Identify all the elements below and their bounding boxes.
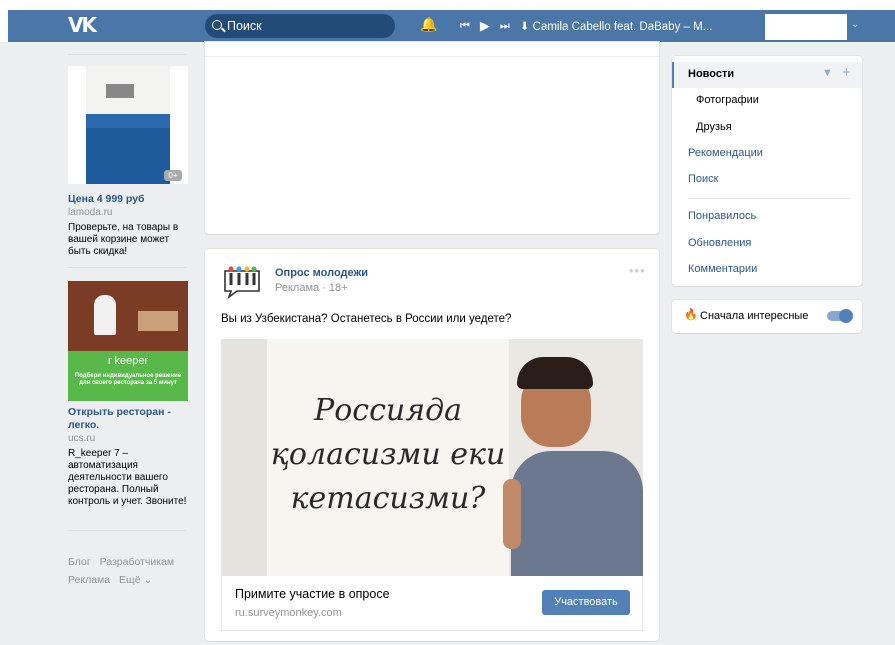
- cta-title[interactable]: Примите участие в опросе: [235, 587, 390, 601]
- participate-button[interactable]: Участвовать: [542, 590, 630, 615]
- bedding-pillow: [86, 114, 170, 128]
- poster-line-1: Россиядa: [314, 393, 462, 428]
- cta-domain: ru.surveymonkey.com: [235, 607, 342, 619]
- menu-item-news[interactable]: Новости: [688, 68, 734, 80]
- search-placeholder: Поиск: [227, 19, 262, 33]
- play-icon[interactable]: ▶: [480, 18, 490, 34]
- fire-icon: 🔥: [684, 309, 698, 321]
- header: VK Поиск 🔔 ⏮ ▶ ⏭ ⬇ Camila Cabello feat. …: [0, 0, 895, 42]
- ad-title[interactable]: Открыть ресторан - легко.: [68, 406, 188, 432]
- ad-image-bedding[interactable]: 0+: [68, 66, 188, 184]
- ad-banner: r keeper Подбери индивидуальное решение …: [68, 351, 188, 401]
- search-input[interactable]: Поиск: [205, 14, 395, 38]
- post-author[interactable]: Опрос молодежи: [275, 267, 368, 279]
- track-title[interactable]: ⬇ Camila Cabello feat. DaBaby – M...: [520, 19, 712, 33]
- footer-link-developers[interactable]: Разработчикам: [100, 556, 175, 568]
- footer-link-blog[interactable]: Блог: [68, 556, 91, 568]
- ad-text: Проверьте, на товары в вашей корзине мож…: [68, 222, 179, 257]
- ad-2-info: Открыть ресторан - легко. ucs.ru R_keepe…: [68, 406, 188, 508]
- post-text: Вы из Узбекистана? Останетесь в России и…: [221, 313, 512, 325]
- filter-icon[interactable]: ▼: [822, 67, 833, 79]
- post-meta: Реклама · 18+: [275, 282, 348, 294]
- divider: [205, 56, 659, 57]
- image-background: [221, 339, 267, 576]
- menu-item-recommendations[interactable]: Рекомендации: [688, 147, 763, 159]
- search-icon: [212, 20, 222, 30]
- table-figure: [138, 311, 178, 331]
- ad-domain: lamoda.ru: [68, 207, 113, 218]
- wall-picture: [106, 84, 134, 98]
- top-bar: VK Поиск 🔔 ⏮ ▶ ⏭ ⬇ Camila Cabello feat. …: [8, 10, 895, 42]
- interesting-first-toggle[interactable]: [827, 309, 853, 323]
- author-avatar[interactable]: [223, 265, 261, 300]
- footer-link-more[interactable]: Ещё ⌄: [119, 574, 152, 586]
- next-icon[interactable]: ⏭: [500, 20, 510, 33]
- plus-icon[interactable]: +: [842, 64, 851, 81]
- poster-text: Россиядa қоласизми еки кетасизми?: [267, 389, 509, 521]
- audio-player: ⏮ ▶ ⏭ ⬇ Camila Cabello feat. DaBaby – M.…: [460, 18, 712, 34]
- menu-item-friends[interactable]: Друзья: [696, 121, 732, 133]
- news-menu: Новости ▼ + Фотографии Друзья Рекомендац…: [672, 56, 862, 286]
- post-card: Опрос молодежи Реклама · 18+ ••• Вы из У…: [205, 249, 659, 641]
- divider: [68, 54, 186, 55]
- bell-icon[interactable]: 🔔: [420, 16, 437, 33]
- toggle-knob: [839, 309, 853, 323]
- ad-text: R_keeper 7 – автоматизация деятельности …: [68, 448, 187, 507]
- person-hand: [503, 479, 521, 549]
- menu-item-liked[interactable]: Понравилось: [688, 210, 756, 222]
- divider: [68, 530, 186, 531]
- vk-logo[interactable]: VK: [68, 13, 97, 37]
- post-image[interactable]: Россиядa қоласизми еки кетасизми?: [221, 339, 643, 576]
- post-card-previous: [205, 42, 659, 234]
- more-options-icon[interactable]: •••: [629, 263, 646, 278]
- divider: [688, 198, 850, 199]
- ad-1-info: Цена 4 999 руб lamoda.ru Проверьте, на т…: [68, 193, 188, 258]
- user-menu[interactable]: [765, 14, 847, 40]
- waiter-figure: [94, 295, 116, 335]
- menu-item-comments[interactable]: Комментарии: [688, 263, 757, 275]
- poster-sign: Россиядa қоласизми еки кетасизми?: [267, 339, 509, 576]
- age-badge: 0+: [164, 170, 182, 181]
- track-title-text: Camila Cabello feat. DaBaby – M...: [532, 21, 713, 33]
- prev-icon[interactable]: ⏮: [460, 20, 470, 33]
- menu-item-photos[interactable]: Фотографии: [696, 94, 759, 106]
- ad-title[interactable]: Цена 4 999 руб: [68, 193, 188, 206]
- banner-text: Подбери индивидуальное решение для своег…: [74, 373, 182, 386]
- footer-link-ads[interactable]: Реклама: [68, 574, 110, 586]
- ad-image-restaurant[interactable]: r keeper Подбери индивидуальное решение …: [68, 281, 188, 401]
- poster-line-2: қоласизми еки: [270, 437, 506, 472]
- person-hair: [517, 357, 593, 389]
- bedding-blanket: [86, 126, 170, 184]
- ad-domain: ucs.ru: [68, 433, 96, 444]
- divider: [68, 267, 186, 268]
- people-chat-icon: [224, 266, 260, 300]
- banner-brand: r keeper: [107, 355, 149, 367]
- toggle-label: Сначала интересные: [700, 310, 809, 322]
- person-shirt: [511, 451, 643, 576]
- menu-item-search[interactable]: Поиск: [688, 173, 718, 185]
- interesting-first-card: 🔥 Сначала интересные: [672, 300, 862, 333]
- chevron-down-icon[interactable]: ⌄: [851, 19, 859, 30]
- menu-item-updates[interactable]: Обновления: [688, 237, 751, 249]
- footer-links: Блог Разработчикам Реклама Ещё ⌄: [68, 553, 188, 589]
- poster-line-3: кетасизми?: [290, 481, 486, 516]
